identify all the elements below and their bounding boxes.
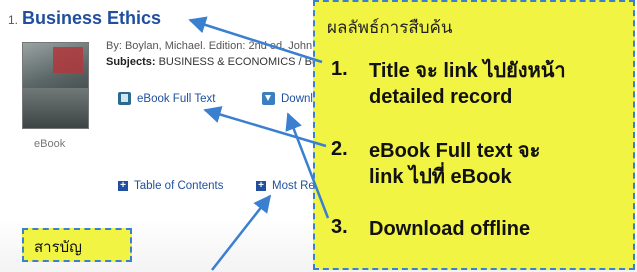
download-icon xyxy=(262,92,275,105)
subjects-label: Subjects: xyxy=(106,56,156,68)
toc-annotation-label: สารบัญ xyxy=(22,228,132,262)
callout-item-text: Download offline xyxy=(369,218,531,240)
book-cover-image[interactable] xyxy=(22,42,89,129)
callout-item-line: Title จะ link ไปยังหน้า xyxy=(369,60,566,82)
callout-item-ebook: 2. eBook Full text จะ link ไปที่ eBook xyxy=(331,138,540,190)
callout-item-line: link ไปที่ eBook xyxy=(369,166,512,188)
callout-item-text: eBook Full text จะ link ไปที่ eBook xyxy=(369,138,540,190)
ebook-full-text-label: eBook Full Text xyxy=(137,92,216,105)
cover-trees xyxy=(23,88,88,128)
callout-item-line: eBook Full text จะ xyxy=(369,140,541,162)
callout-item-number: 3. xyxy=(331,216,348,238)
annotation-callout: ผลลัพธ์การสืบค้น 1. Title จะ link ไปยังห… xyxy=(313,0,635,270)
table-of-contents-label: Table of Contents xyxy=(134,180,224,192)
format-label: eBook xyxy=(34,138,66,150)
ebook-full-text-link[interactable]: eBook Full Text xyxy=(118,92,215,105)
callout-item-number: 1. xyxy=(331,58,348,80)
callout-item-title: 1. Title จะ link ไปยังหน้า detailed reco… xyxy=(331,58,566,110)
callout-item-line: detailed record xyxy=(369,86,513,108)
table-of-contents-link[interactable]: + Table of Contents xyxy=(118,180,224,192)
ebook-icon xyxy=(118,92,131,105)
result-title-link[interactable]: Business Ethics xyxy=(22,8,161,29)
result-number: 1. xyxy=(8,13,19,27)
cover-title-block xyxy=(53,47,83,73)
callout-item-text: Title จะ link ไปยังหน้า detailed record xyxy=(369,58,566,110)
callout-item-number: 2. xyxy=(331,138,348,160)
callout-item-download: 3. Download offline xyxy=(331,216,530,242)
expand-plus-icon: + xyxy=(118,181,128,191)
callout-heading: ผลลัพธ์การสืบค้น xyxy=(327,18,453,37)
expand-plus-icon: + xyxy=(256,181,266,191)
